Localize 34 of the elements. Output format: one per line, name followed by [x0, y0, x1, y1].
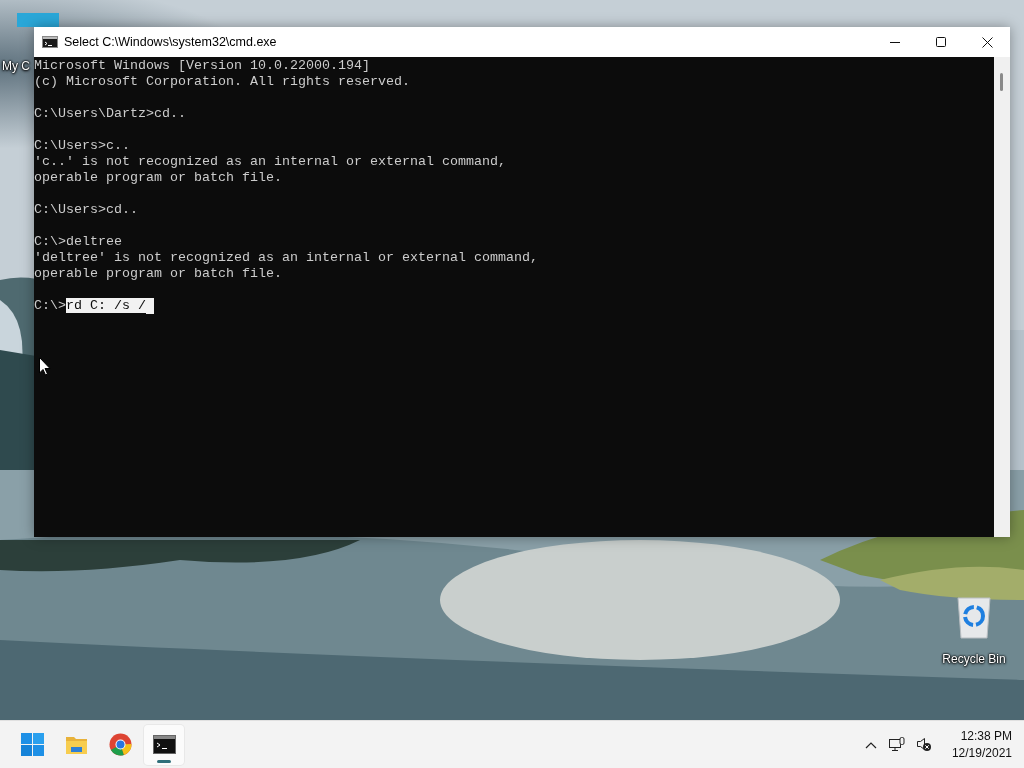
console-line: C:\Users\Dartz>cd..: [34, 106, 186, 121]
console-line: operable program or batch file.: [34, 170, 282, 185]
console-line: 'deltree' is not recognized as an internal or external command,: [34, 250, 538, 265]
typed-command[interactable]: rd C: /s /: [66, 298, 146, 313]
desktop-icon-label[interactable]: My C: [2, 59, 30, 73]
terminal-icon: [42, 36, 58, 48]
console-line: C:\>deltree: [34, 234, 122, 249]
volume-button[interactable]: [914, 735, 934, 754]
recycle-bin-icon[interactable]: [956, 596, 992, 640]
chevron-up-icon: [864, 740, 877, 749]
terminal-icon: [152, 733, 176, 756]
window-title: Select C:\Windows\system32\cmd.exe: [64, 35, 277, 49]
console-line: (c) Microsoft Corporation. All rights reserved.: [34, 74, 410, 89]
desktop-icon-label[interactable]: Recycle Bin: [942, 652, 1006, 666]
mouse-pointer-icon: [39, 357, 51, 376]
scrollbar[interactable]: [994, 57, 1010, 537]
scrollbar-thumb[interactable]: [1000, 73, 1003, 91]
console-line: C:\Users>c..: [34, 138, 130, 153]
speaker-muted-icon: [916, 737, 932, 752]
close-icon: [981, 36, 993, 48]
network-button[interactable]: [886, 735, 907, 754]
browser-icon: [108, 733, 132, 756]
console-line: 'c..' is not recognized as an internal or external command,: [34, 154, 506, 169]
console-line: Microsoft Windows [Version 10.0.22000.194]: [34, 58, 370, 73]
console-line: operable program or batch file.: [34, 266, 282, 281]
monitor-icon: [888, 737, 905, 752]
text-cursor: [146, 298, 154, 314]
clock-date[interactable]: 12/19/2021: [951, 744, 1012, 762]
clock-time[interactable]: 12:38 PM: [960, 727, 1012, 745]
console-prompt: C:\>: [34, 298, 66, 313]
console-line: C:\Users>cd..: [34, 202, 138, 217]
maximize-icon: [936, 37, 946, 47]
taskbar-button[interactable]: [144, 724, 184, 765]
start-icon: [20, 733, 44, 756]
